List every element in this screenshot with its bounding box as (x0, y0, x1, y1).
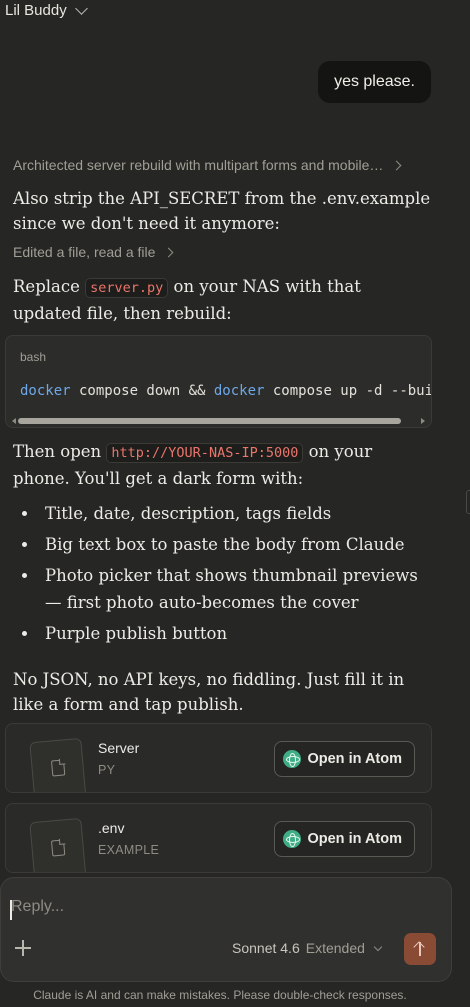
paragraph-text: Replace (13, 277, 86, 296)
code-scrollbar[interactable] (12, 418, 425, 424)
assistant-paragraph-3: Then open http://YOUR-NAS-IP:5000 on you… (13, 439, 433, 491)
file-thumbnail (29, 817, 87, 872)
tool-summary-text: Edited a file, read a file (13, 244, 156, 260)
code-line: docker compose down && docker compose up… (20, 383, 432, 399)
chevron-down-icon (74, 1, 88, 15)
file-name: Server (98, 740, 140, 756)
document-icon (50, 759, 66, 777)
inline-code-filename: server.py (85, 278, 169, 298)
scroll-thumb[interactable] (18, 418, 401, 424)
chevron-down-icon (373, 942, 383, 951)
open-button-label: Open in Atom (307, 831, 402, 847)
scroll-left-icon[interactable] (12, 418, 16, 424)
reply-input[interactable] (11, 898, 411, 916)
assistant-paragraph-4: No JSON, no API keys, no fiddling. Just … (13, 670, 405, 714)
bullet-list: Title, date, description, tags fields Bi… (13, 500, 433, 651)
composer: Sonnet 4.6 Extended (0, 877, 452, 982)
assistant-paragraph-2: Replace server.py on your NAS with that … (13, 274, 433, 326)
code-language-label: bash (20, 350, 47, 364)
list-item: Purple publish button (13, 620, 433, 647)
plus-icon[interactable] (15, 940, 31, 956)
code-token: compose up -d --build (264, 383, 432, 399)
file-extension: PY (98, 763, 116, 777)
code-token: compose down && (70, 383, 214, 399)
file-card-env[interactable]: .env EXAMPLE Open in Atom (5, 803, 432, 873)
open-in-atom-button[interactable]: Open in Atom (274, 741, 415, 777)
chevron-right-icon (163, 247, 174, 257)
assistant-paragraph-1: Also strip the API_SECRET from the .env.… (13, 189, 431, 233)
open-button-label: Open in Atom (307, 751, 402, 767)
code-token: docker (213, 383, 265, 399)
list-item: Title, date, description, tags fields (13, 500, 433, 527)
model-name: Sonnet 4.6 (232, 940, 300, 956)
code-block: bash docker compose down && docker compo… (5, 335, 432, 428)
file-name: .env (98, 820, 125, 836)
file-thumbnail (29, 737, 87, 792)
app-title-text: Lil Buddy (5, 2, 67, 19)
model-mode: Extended (305, 940, 365, 956)
scroll-right-icon[interactable] (421, 418, 425, 424)
tool-summary[interactable]: Edited a file, read a file (13, 244, 174, 260)
atom-icon (283, 750, 302, 768)
list-item: Photo picker that shows thumbnail previe… (13, 562, 433, 616)
thinking-summary[interactable]: Architected server rebuild with multipar… (13, 157, 402, 173)
file-extension: EXAMPLE (98, 843, 160, 857)
app-title[interactable]: Lil Buddy (5, 1, 88, 19)
atom-icon (283, 830, 302, 848)
code-token: docker (20, 383, 71, 399)
user-message: yes please. (318, 61, 431, 103)
disclaimer: Claude is AI and can make mistakes. Plea… (33, 988, 407, 1002)
model-selector[interactable]: Sonnet 4.6 Extended (232, 940, 383, 956)
list-item: Big text box to paste the body from Clau… (13, 531, 433, 558)
file-card-server[interactable]: Server PY Open in Atom (5, 723, 432, 793)
open-in-atom-button[interactable]: Open in Atom (274, 821, 415, 857)
thinking-summary-text: Architected server rebuild with multipar… (13, 157, 384, 173)
send-button[interactable] (404, 933, 436, 965)
paragraph-text: Then open (13, 442, 107, 461)
inline-code-url: http://YOUR-NAS-IP:5000 (106, 443, 304, 463)
chevron-right-icon (391, 160, 402, 170)
text-caret (10, 900, 12, 920)
document-icon (50, 839, 66, 857)
side-panel-handle[interactable] (466, 490, 470, 514)
